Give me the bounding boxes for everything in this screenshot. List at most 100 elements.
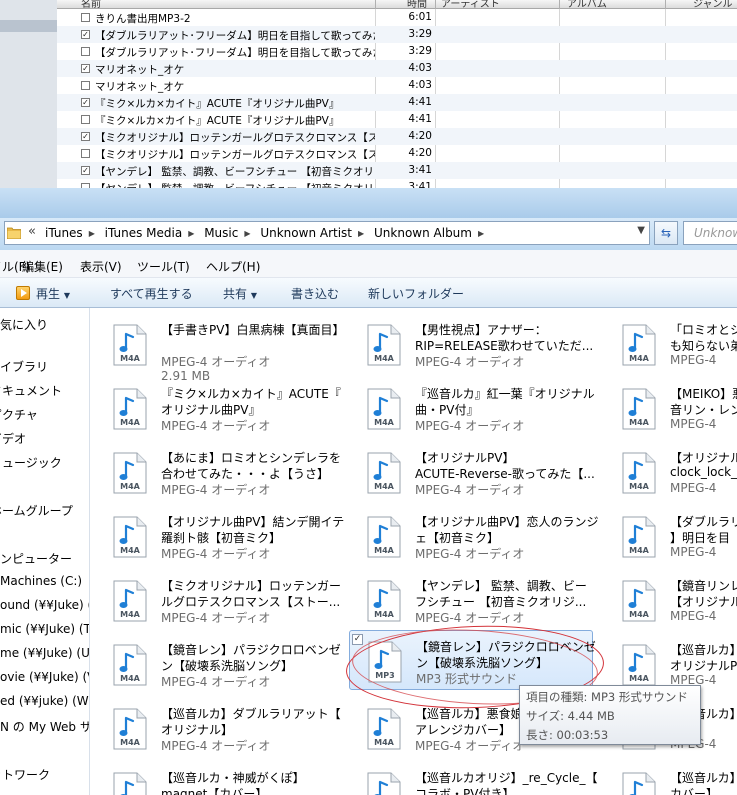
file-item[interactable]: M4A 【巡音ルカ・神威がくぽ】 magnet【カバー】 bbox=[91, 762, 341, 795]
file-type: MPEG-4 オーディオ bbox=[161, 483, 271, 497]
track-checkbox[interactable] bbox=[81, 47, 90, 56]
new-folder-button[interactable]: 新しいフォルダー bbox=[368, 285, 464, 302]
track-row[interactable]: ✓ 【ヤンデレ】 監禁、調教、ビーフシチュー 【初音ミクオリジ... 3:41 bbox=[57, 162, 737, 179]
file-item[interactable]: M4A 【手書きPV】白黒病棟【真面目】 MPEG-4 オーディオ 2.91 MB bbox=[91, 314, 344, 383]
breadcrumb-arrow-icon[interactable]: ▶ bbox=[358, 229, 364, 238]
file-item[interactable]: M4A 【オリジナル曲PV】結ンデ開イテ 羅刹ト骸【初音ミク】 MPEG-4 オーディ… bbox=[91, 506, 344, 568]
file-item[interactable]: M4A 【ヤンデレ】 監禁、調教、ビー フシチュー 【初音ミクオリジ... MPEG-… bbox=[345, 570, 595, 632]
track-checkbox[interactable]: ✓ bbox=[81, 166, 90, 175]
nav-item[interactable]: お気に入り bbox=[0, 316, 48, 333]
file-item[interactable]: M4A 【鏡音リンレ 【オリジナル MPEG-4 bbox=[600, 570, 737, 632]
file-item[interactable]: M4A 【あにま】ロミオとシンデレラを 合わせてみた・・・よ【うさ】 MPEG-4 オ… bbox=[91, 442, 341, 504]
menu-tools[interactable]: ツール(T) bbox=[137, 258, 190, 275]
file-item[interactable]: M4A 「ロミオとシ も知らない弟 MPEG-4 bbox=[600, 314, 737, 376]
file-name-line2: 】明日を目 bbox=[670, 531, 731, 545]
breadcrumb-arrow-icon[interactable]: ▶ bbox=[244, 229, 250, 238]
search-input[interactable]: Unknow bbox=[683, 221, 737, 245]
track-checkbox[interactable]: ✓ bbox=[81, 30, 90, 39]
nav-item[interactable]: コンピューター bbox=[0, 550, 72, 567]
selection-checkbox[interactable]: ✓ bbox=[352, 634, 363, 645]
nav-item[interactable]: N の My Web サ bbox=[0, 718, 89, 735]
address-dropdown-icon[interactable]: ▼ bbox=[637, 225, 645, 236]
track-checkbox[interactable] bbox=[81, 149, 90, 158]
nav-item[interactable]: ビデオ bbox=[0, 430, 26, 447]
file-item[interactable]: M4A 【巡音ルカオリジ】_re_Cycle_【コラボ・PV付き】 bbox=[345, 762, 598, 795]
breadcrumb-arrow-icon[interactable]: ▶ bbox=[89, 229, 95, 238]
track-row[interactable]: 『ミク×ルカ×カイト』ACUTE『オリジナル曲PV』 4:41 bbox=[57, 111, 737, 128]
nav-item[interactable]: ピクチャ bbox=[0, 406, 38, 423]
nav-item[interactable]: ミュージック bbox=[0, 454, 62, 471]
file-item[interactable]: M4A 【巡音ルカ】ダブルラリアット【 オリジナル】 MPEG-4 オーディオ bbox=[91, 698, 341, 760]
file-name-line2: オリジナル曲PV』 bbox=[161, 403, 261, 417]
file-item[interactable]: M4A 【ミクオリジナル】ロッテンガー ルグロテスクロマンス【ストー... MPEG-… bbox=[91, 570, 341, 632]
nav-item[interactable]: ットワーク bbox=[0, 766, 50, 783]
audio-file-icon: M4A bbox=[113, 708, 147, 750]
file-item[interactable]: M4A 【オリジナル曲PV】恋人のランジ ェ【初音ミク】 MPEG-4 オーディオ bbox=[345, 506, 598, 568]
track-row[interactable]: 【ヤンデレ】 監禁、調教、ビーフシチュー 【初音ミクオリジ... 3:41 bbox=[57, 179, 737, 188]
file-name-line1: 【男性視点】アナザー： bbox=[415, 323, 547, 337]
audio-file-icon: M4A bbox=[367, 452, 401, 494]
track-row[interactable]: ✓ 【ミクオリジナル】ロッテンガールグロテスクロマンス【ストーカー】 4:20 bbox=[57, 128, 737, 145]
breadcrumb-music[interactable]: Music bbox=[204, 226, 238, 240]
play-button-label: 再生 bbox=[36, 287, 61, 301]
nav-item[interactable]: ound (¥¥Juke) (S bbox=[0, 598, 89, 612]
file-item[interactable]: M4A 『巡音ルカ』紅一葉『オリジナル 曲・PV付』 MPEG-4 オーディオ bbox=[345, 378, 595, 440]
track-row[interactable]: 【ミクオリジナル】ロッテンガールグロテスクロマンス【ストーカー】 4:20 bbox=[57, 145, 737, 162]
track-checkbox[interactable]: ✓ bbox=[81, 98, 90, 107]
file-item[interactable]: M4A 【鏡音レン】パラジクロロベンゼ ン【破壊系洗脳ソング】 MPEG-4 オーディ… bbox=[91, 634, 341, 696]
menu-help[interactable]: ヘルプ(H) bbox=[206, 258, 260, 275]
track-checkbox[interactable]: ✓ bbox=[81, 132, 90, 141]
file-name-line2: コラボ・PV付き】 bbox=[415, 787, 515, 795]
file-item[interactable]: M4A 【男性視点】アナザー： RIP=RELEASE歌わせていただ... MPEG-… bbox=[345, 314, 595, 376]
breadcrumb-overflow-chevron[interactable]: « bbox=[28, 224, 36, 239]
file-item[interactable]: M4A 【MEIKO】悪 音リン・レン MPEG-4 bbox=[600, 378, 737, 440]
file-item[interactable]: M4A 【オリジナルPV】 ACUTE-Reverse-歌ってみた【... MPEG-… bbox=[345, 442, 595, 504]
file-type: MPEG-4 オーディオ bbox=[415, 739, 525, 753]
nav-item[interactable]: Machines (C:) bbox=[0, 574, 82, 588]
breadcrumb-itunes[interactable]: iTunes bbox=[45, 226, 83, 240]
audio-file-icon: M4A bbox=[113, 580, 147, 622]
file-name-line1: 【あにま】ロミオとシンデレラを bbox=[161, 451, 342, 465]
file-item[interactable]: M4A 【巡音ルカ】カバー】 bbox=[600, 762, 737, 795]
track-time: 4:20 bbox=[408, 147, 432, 159]
refresh-button[interactable]: ⇆ bbox=[654, 221, 678, 245]
breadcrumb-unknown-artist[interactable]: Unknown Artist bbox=[260, 226, 352, 240]
track-row[interactable]: きりん書出用MP3-2 6:01 bbox=[57, 9, 737, 26]
track-row[interactable]: 【ダブルラリアット･フリーダム】明日を目指して歌ってみた_b... 3:29 bbox=[57, 43, 737, 60]
track-row[interactable]: マリオネット_オケ 4:03 bbox=[57, 77, 737, 94]
nav-item[interactable]: me (¥¥Juke) (U bbox=[0, 646, 89, 660]
menu-view[interactable]: 表示(V) bbox=[80, 258, 122, 275]
file-item[interactable]: M4A 『ミク×ルカ×カイト』ACUTE『 オリジナル曲PV』 MPEG-4 オーディ… bbox=[91, 378, 341, 440]
track-row[interactable]: ✓ 『ミク×ルカ×カイト』ACUTE『オリジナル曲PV』 4:41 bbox=[57, 94, 737, 111]
file-type: MPEG-4 オーディオ bbox=[415, 547, 525, 561]
track-checkbox[interactable] bbox=[81, 13, 90, 22]
play-icon[interactable] bbox=[16, 286, 30, 300]
breadcrumb-arrow-icon[interactable]: ▶ bbox=[478, 229, 484, 238]
share-button[interactable]: 共有 ▼ bbox=[223, 285, 257, 302]
tooltip-kind: 項目の種類: MP3 形式サウンド bbox=[526, 690, 688, 704]
breadcrumb-unknown-album[interactable]: Unknown Album bbox=[374, 226, 472, 240]
track-checkbox[interactable]: ✓ bbox=[81, 64, 90, 73]
menu-edit[interactable]: 編集(E) bbox=[22, 258, 63, 275]
nav-item[interactable]: ホームグループ bbox=[0, 502, 73, 519]
nav-item[interactable]: ed (¥¥juke) (W: bbox=[0, 694, 89, 708]
breadcrumb-itunes-media[interactable]: iTunes Media bbox=[105, 226, 183, 240]
nav-item[interactable]: mic (¥¥Juke) (T bbox=[0, 622, 89, 636]
file-item[interactable]: M4A 【オリジナル clock_lock_ MPEG-4 bbox=[600, 442, 737, 504]
track-row[interactable]: ✓ 【ダブルラリアット･フリーダム】明日を目指して歌ってみた_b... 3:29 bbox=[57, 26, 737, 43]
track-checkbox[interactable] bbox=[81, 115, 90, 124]
nav-item[interactable]: ovie (¥¥Juke) (V bbox=[0, 670, 89, 684]
file-name-line1: 【手書きPV】白黒病棟【真面目】 bbox=[161, 323, 345, 337]
nav-item[interactable]: ライブラリ bbox=[0, 358, 48, 375]
address-bar[interactable]: « iTunes ▶ iTunes Media ▶ Music ▶ Unknown A… bbox=[4, 221, 650, 245]
burn-button[interactable]: 書き込む bbox=[291, 285, 339, 302]
file-item[interactable]: M4A 【ダブルラリ 】明日を目 MPEG-4 bbox=[600, 506, 737, 568]
play-button[interactable]: 再生 ▼ bbox=[36, 285, 70, 302]
track-checkbox[interactable] bbox=[81, 81, 90, 90]
track-row[interactable]: ✓ マリオネット_オケ 4:03 bbox=[57, 60, 737, 77]
audio-file-icon: MP3 bbox=[368, 641, 402, 683]
breadcrumb-arrow-icon[interactable]: ▶ bbox=[188, 229, 194, 238]
play-all-button[interactable]: すべて再生する bbox=[110, 285, 193, 302]
nav-item[interactable]: ドキュメント bbox=[0, 382, 62, 399]
file-item-selected[interactable]: MP3 【鏡音レン】パラジクロロベンゼ ン【破壊系洗脳ソング】 MP3 形式サウンド ✓ bbox=[349, 630, 596, 690]
